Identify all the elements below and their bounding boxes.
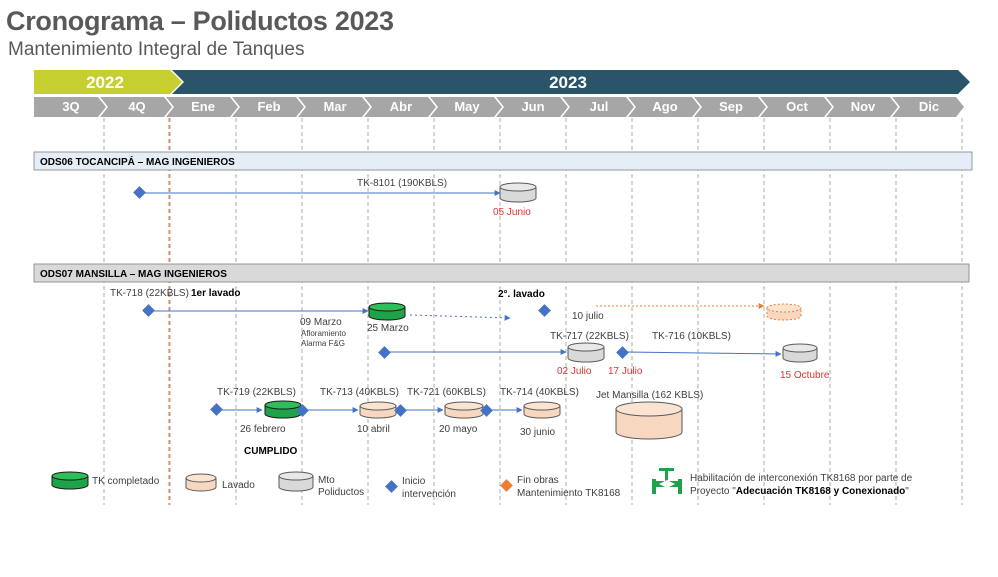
tk718-phase2-diamond — [538, 304, 551, 317]
month-label-mar: Mar — [323, 99, 346, 114]
legend-mto-label1: Mto — [318, 475, 335, 486]
legend: TK completado Lavado Mto Poliductos Inic… — [51, 468, 913, 500]
tk718-completed-tank — [368, 302, 406, 321]
tk714-tank — [523, 401, 561, 419]
tk719-label: TK-719 (22KBLS) — [217, 387, 296, 398]
tk8101-start-diamond — [133, 186, 146, 199]
tk718-date1: 25 Marzo — [367, 323, 409, 334]
legend-completed-tank — [51, 471, 89, 490]
legend-fin-label2: Mantenimiento TK8168 — [517, 488, 621, 499]
month-label-3q: 3Q — [62, 99, 79, 114]
tk713-label: TK-713 (40KBLS) — [320, 387, 399, 398]
tk716-tank — [782, 343, 818, 363]
legend-completed-label: TK completado — [92, 476, 160, 487]
tk721-date: 20 mayo — [439, 424, 478, 435]
month-label-jul: Jul — [590, 99, 609, 114]
tk716-arrow — [625, 350, 782, 357]
month-label-4q: 4Q — [128, 99, 145, 114]
legend-hab-line1: Habilitación de interconexión TK8168 por… — [690, 473, 913, 484]
tk718-label: TK-718 (22KBLS) — [110, 288, 189, 299]
month-label-ago: Ago — [652, 99, 677, 114]
year-2023-label: 2023 — [549, 73, 587, 92]
legend-inicio-diamond — [385, 480, 398, 493]
tk718-phase2: 2°. lavado — [498, 289, 545, 300]
month-row: 3Q 4Q Ene Feb Mar Abr May Jun Jul Ago Sep Oct Nov Dic — [34, 97, 964, 117]
tk719-status: CUMPLIDO — [244, 446, 298, 457]
legend-lavado-label: Lavado — [222, 480, 255, 491]
tk717-label: TK-717 (22KBLS) — [550, 331, 629, 342]
tk718-dotted-arrow — [409, 314, 511, 321]
tk716-date: 15 Octubre — [780, 370, 830, 381]
tk718-start-diamond — [142, 304, 155, 317]
tk717-start-diamond — [378, 346, 391, 359]
year-2022-label: 2022 — [86, 73, 124, 92]
tk716-start: 17 Julio — [608, 366, 643, 377]
month-label-nov: Nov — [851, 99, 876, 114]
tk717-date: 02 Julio — [557, 366, 592, 377]
tk8101-label: TK-8101 (190KBLS) — [357, 178, 447, 189]
tk718-note2: Afloramiento — [301, 329, 346, 338]
tk714-label: TK-714 (40KBLS) — [500, 387, 579, 398]
section-ods07-label: ODS07 MANSILLA – MAG INGENIEROS — [40, 269, 227, 280]
tk719-date: 26 febrero — [240, 424, 286, 435]
tk718-note1: 09 Marzo — [300, 317, 342, 328]
legend-hab-line2-bold: Adecuación TK8168 y Conexionado — [736, 486, 906, 497]
jet-tank — [615, 401, 683, 440]
month-label-ene: Ene — [191, 99, 215, 114]
legend-inicio-label2: intervención — [402, 489, 456, 500]
tk8101-tank — [499, 182, 537, 203]
tk718-note3: Alarma F&G — [301, 339, 345, 348]
month-label-jun: Jun — [521, 99, 544, 114]
month-label-may: May — [454, 99, 480, 114]
tk721-label: TK-721 (60KBLS) — [407, 387, 486, 398]
tk721-tank — [444, 401, 484, 419]
tk8101-date: 05 Junio — [493, 207, 531, 218]
jet-label: Jet Mansilla (162 KBLS) — [596, 390, 703, 401]
legend-fin-label1: Fin obras — [517, 475, 559, 486]
legend-lavado-tank — [185, 473, 217, 492]
month-label-oct: Oct — [786, 99, 808, 114]
tk719-start-diamond — [210, 403, 223, 416]
month-label-dic: Dic — [919, 99, 939, 114]
legend-hab-line2-suffix: " — [905, 486, 909, 497]
legend-valve-icon — [652, 468, 682, 494]
schedule-diagram: 2022 2023 3Q 4Q Ene Feb Mar Abr May Jun Jul Ago Se… — [33, 70, 973, 505]
tk714-date: 30 junio — [520, 427, 555, 438]
tk713-tank — [359, 401, 397, 419]
tk718-planned-tank — [766, 303, 802, 321]
month-label-feb: Feb — [257, 99, 280, 114]
legend-hab-line2: Proyecto "Adecuación TK8168 y Conexionad… — [690, 486, 909, 497]
legend-mto-label2: Poliductos — [318, 487, 364, 498]
tk716-start-diamond — [616, 346, 629, 359]
tk718-phase1: 1er lavado — [191, 288, 240, 299]
tk716-label: TK-716 (10KBLS) — [652, 331, 731, 342]
legend-inicio-label1: Inicio — [402, 476, 426, 487]
month-label-abr: Abr — [390, 99, 412, 114]
tk713-date: 10 abril — [357, 424, 390, 435]
tk719-completed-tank — [264, 400, 302, 419]
tk717-tank — [567, 342, 605, 363]
legend-fin-diamond — [500, 479, 513, 492]
legend-mto-tank — [278, 471, 314, 492]
tk718-date2: 10 julio — [572, 311, 604, 322]
legend-hab-line2-prefix: Proyecto " — [690, 486, 736, 497]
section-ods06-label: ODS06 TOCANCIPÁ – MAG INGENIEROS — [40, 155, 235, 168]
month-label-sep: Sep — [719, 99, 743, 114]
